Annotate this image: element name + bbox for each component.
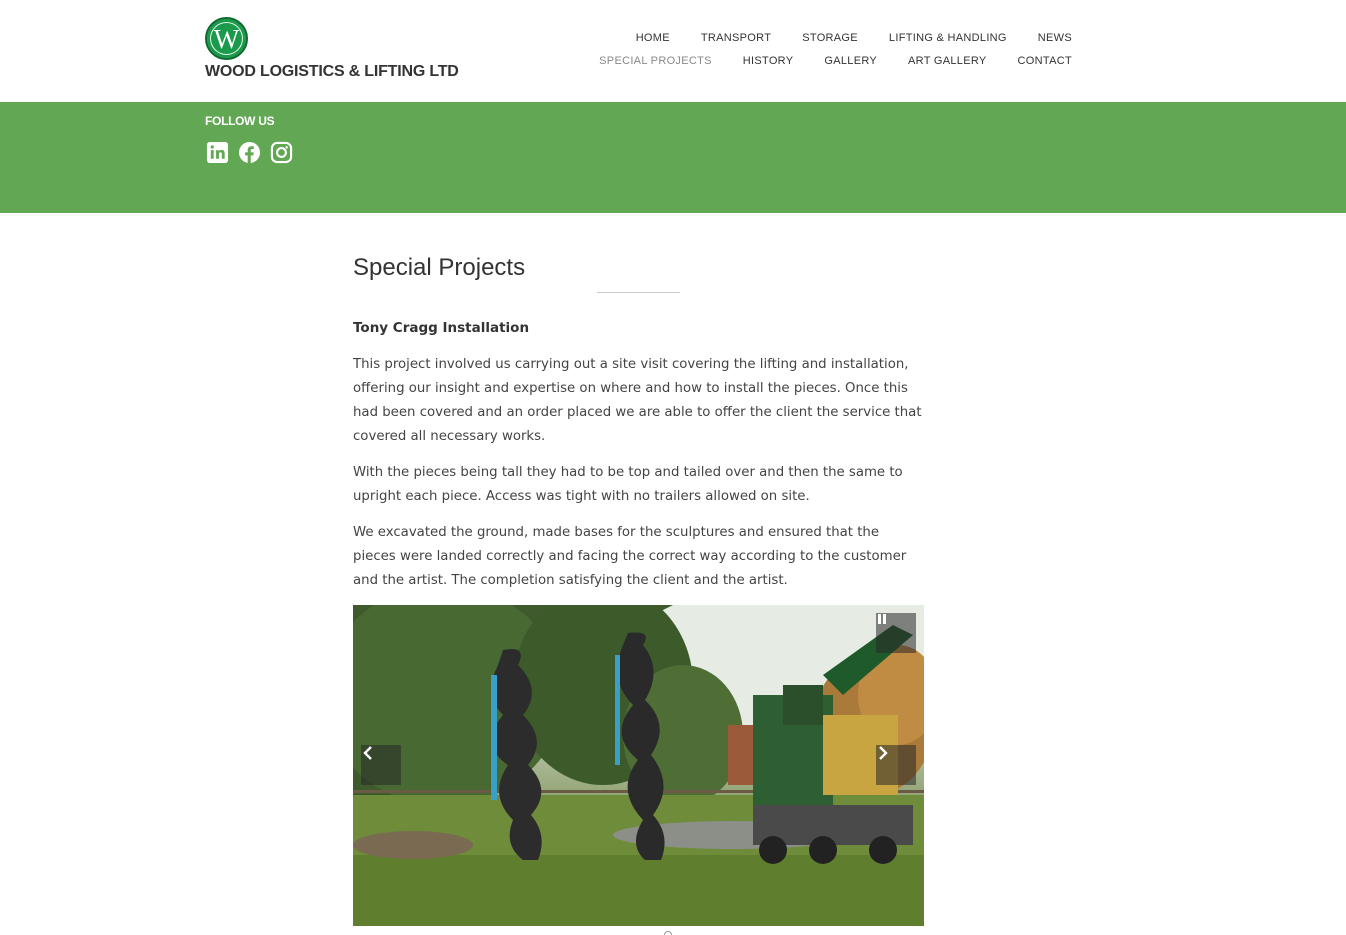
nav-row-1: HOME TRANSPORT STORAGE LIFTING & HANDLIN… [592,31,1072,54]
linkedin-icon[interactable] [206,141,229,164]
nav-storage[interactable]: STORAGE [802,31,858,54]
paragraph-2: With the pieces being tall they had to b… [353,465,903,504]
pause-icon [878,614,886,624]
chevron-left-icon [363,746,372,760]
nav-contact[interactable]: CONTACT [1018,54,1072,77]
nav-lifting-handling[interactable]: LIFTING & HANDLING [889,31,1007,54]
follow-us-label: FOLLOW US [205,114,275,128]
project-subtitle: Tony Cragg Installation [353,320,530,336]
slider-dot[interactable] [664,931,672,935]
paragraph-3: We excavated the ground, made bases for … [353,525,907,588]
page-title: Special Projects [353,254,526,281]
nav-transport[interactable]: TRANSPORT [701,31,771,54]
nav-row-2: SPECIAL PROJECTS HISTORY GALLERY ART GAL… [592,54,1072,77]
slide-photo [353,605,924,926]
nav-news[interactable]: NEWS [1038,31,1072,54]
facebook-icon[interactable] [238,141,261,164]
title-divider [597,292,680,293]
nav-home[interactable]: HOME [636,31,670,54]
nav-gallery[interactable]: GALLERY [824,54,877,77]
logo-badge: W [205,17,248,60]
image-slider[interactable] [353,605,924,926]
follow-band [0,102,1346,213]
nav-special-projects[interactable]: SPECIAL PROJECTS [599,54,712,77]
logo-letter: W [213,24,240,54]
slider-next-button[interactable] [876,745,916,785]
social-links [206,141,293,164]
nav-art-gallery[interactable]: ART GALLERY [908,54,987,77]
main-content: Special Projects Tony Cragg Installation… [353,253,924,588]
slider-prev-button[interactable] [361,745,401,785]
site-header: W WOOD LOGISTICS & LIFTING LTD HOME TRAN… [0,0,1346,102]
chevron-right-icon [879,746,888,760]
instagram-icon[interactable] [270,141,293,164]
site-name: WOOD LOGISTICS & LIFTING LTD [205,63,459,80]
paragraph-1: This project involved us carrying out a … [353,357,922,444]
nav-history[interactable]: HISTORY [743,54,794,77]
slider-pause-button[interactable] [876,613,916,653]
main-nav: HOME TRANSPORT STORAGE LIFTING & HANDLIN… [592,31,1072,77]
